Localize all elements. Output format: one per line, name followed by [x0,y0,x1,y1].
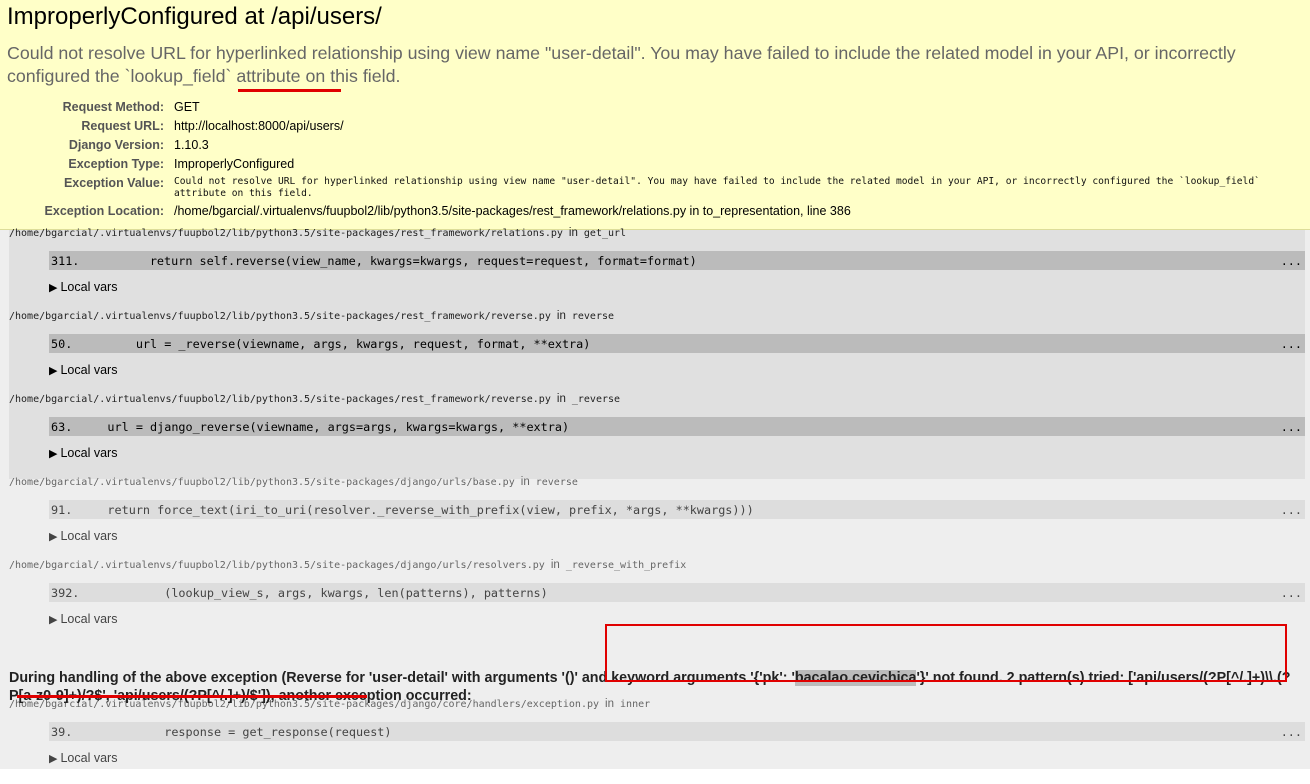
line-number: 39. [51,725,73,739]
frame-filename: /home/bgarcial/.virtualenvs/fuupbol2/lib… [9,393,621,405]
triangle-right-icon: ▶ [49,448,58,460]
traceback-frame: /home/bgarcial/.virtualenvs/fuupbol2/lib… [9,698,1305,784]
line-number: 50. [51,337,73,351]
context-line[interactable]: 39. response = get_response(request) ... [49,722,1305,741]
triangle-right-icon: ▶ [49,753,58,765]
exception-message: Could not resolve URL for hyperlinked re… [7,43,1236,86]
code-text: (lookup_view_s, args, kwargs, len(patter… [79,586,548,600]
line-number: 91. [51,503,73,517]
code-text: return self.reverse(view_name, kwargs=kw… [93,254,697,268]
local-vars-toggle[interactable]: ▶ Local vars [49,751,117,765]
highlighted-pk-value: bacalao.cevichica [794,670,917,687]
expand-context-dots[interactable]: ... [1281,725,1302,739]
expand-context-dots[interactable]: ... [1281,337,1302,351]
chained-exception-heading: During handling of the above exception (… [9,670,1291,704]
code-text: response = get_response(request) [79,725,392,739]
expand-context-dots[interactable]: ... [1281,420,1302,434]
line-number: 392. [51,586,80,600]
code-text: url = _reverse(viewname, args, kwargs, r… [79,337,591,351]
meta-label: Exception Type: [68,157,164,171]
meta-label: Django Version: [68,138,164,152]
exception-summary: ImproperlyConfigured at /api/users/ Coul… [0,0,1310,230]
frame-function: reverse [571,311,615,322]
meta-label: Exception Location: [44,204,164,218]
frame-filename: /home/bgarcial/.virtualenvs/fuupbol2/lib… [9,476,578,488]
line-number: 63. [51,420,73,434]
traceback-frame: /home/bgarcial/.virtualenvs/fuupbol2/lib… [9,476,1305,562]
traceback-frame: /home/bgarcial/.virtualenvs/fuupbol2/lib… [9,559,1305,645]
local-vars-toggle[interactable]: ▶ Local vars [49,363,117,377]
context-line[interactable]: 91. return force_text(iri_to_uri(resolve… [49,500,1305,519]
frame-function: _reverse [571,394,621,405]
meta-label: Request URL: [81,119,164,133]
context-line[interactable]: 392. (lookup_view_s, args, kwargs, len(p… [49,583,1305,602]
code-text: return force_text(iri_to_uri(resolver._r… [79,503,754,517]
meta-value: 1.10.3 [174,138,209,152]
traceback-frame: /home/bgarcial/.virtualenvs/fuupbol2/lib… [9,393,1305,479]
line-number: 311. [51,254,80,268]
expand-context-dots[interactable]: ... [1281,503,1302,517]
frame-function: get_url [583,228,627,239]
triangle-right-icon: ▶ [49,282,58,294]
page-title: ImproperlyConfigured at /api/users/ [7,3,382,30]
triangle-right-icon: ▶ [49,614,58,626]
frame-filename: /home/bgarcial/.virtualenvs/fuupbol2/lib… [9,559,687,571]
local-vars-toggle[interactable]: ▶ Local vars [49,280,117,294]
meta-value: ImproperlyConfigured [174,157,295,171]
expand-context-dots[interactable]: ... [1281,586,1302,600]
meta-value: http://localhost:8000/api/users/ [174,119,344,133]
frame-function: _reverse_with_prefix [565,560,687,571]
context-line[interactable]: 63. url = django_reverse(viewname, args=… [49,417,1305,436]
frame-function: reverse [535,477,578,488]
traceback-frame: /home/bgarcial/.virtualenvs/fuupbol2/lib… [9,310,1305,396]
traceback-frame: /home/bgarcial/.virtualenvs/fuupbol2/lib… [9,227,1305,313]
meta-value: Could not resolve URL for hyperlinked re… [174,176,1260,199]
meta-label: Exception Value: [63,176,164,190]
frame-filename: /home/bgarcial/.virtualenvs/fuupbol2/lib… [9,310,615,322]
local-vars-toggle[interactable]: ▶ Local vars [49,529,117,543]
triangle-right-icon: ▶ [49,531,58,543]
expand-context-dots[interactable]: ... [1281,254,1302,268]
code-text: url = django_reverse(viewname, args=args… [79,420,570,434]
meta-label: Request Method: [62,100,164,114]
meta-value: /home/bgarcial/.virtualenvs/fuupbol2/lib… [174,204,851,218]
local-vars-toggle[interactable]: ▶ Local vars [49,446,117,460]
frame-filename: /home/bgarcial/.virtualenvs/fuupbol2/lib… [9,227,627,239]
meta-value: GET [174,100,200,114]
local-vars-toggle[interactable]: ▶ Local vars [49,612,117,626]
context-line[interactable]: 311. return self.reverse(view_name, kwar… [49,251,1305,270]
context-line[interactable]: 50. url = _reverse(viewname, args, kwarg… [49,334,1305,353]
triangle-right-icon: ▶ [49,365,58,377]
